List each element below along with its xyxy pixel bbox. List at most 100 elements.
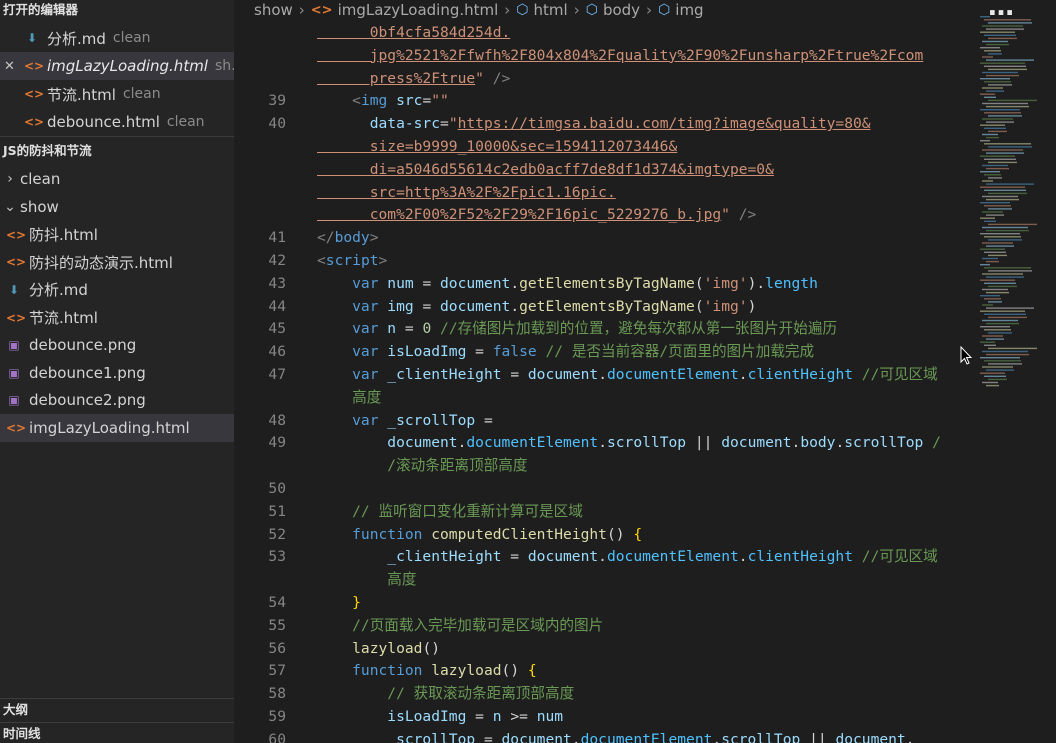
minimap-line	[986, 260, 999, 263]
breadcrumb-folder[interactable]: show	[254, 1, 293, 19]
code-token: document	[317, 434, 458, 452]
code-token: num	[387, 274, 414, 292]
code-line[interactable]: /滚动条距离顶部高度	[317, 455, 527, 478]
code-token: img	[360, 92, 388, 110]
code-token: var	[317, 343, 388, 361]
breadcrumb-symbol[interactable]: html	[534, 1, 568, 19]
code-line[interactable]: size=b9999_10000&sec=1594112073446&	[317, 136, 678, 159]
code-token: .	[571, 730, 581, 743]
breadcrumb-file[interactable]: imgLazyLoading.html	[338, 1, 499, 19]
minimap-line	[988, 53, 1002, 55]
project-header[interactable]: JS的防抖和节流	[0, 137, 234, 165]
file-item[interactable]: ▣ debounce2.png	[0, 387, 234, 415]
code-token: 0	[422, 320, 432, 338]
line-number: 41	[268, 229, 286, 247]
code-line[interactable]: var img = document.getElementsByTagName(…	[317, 296, 756, 319]
timeline-section-header[interactable]: 时间线	[0, 722, 234, 743]
code-line[interactable]: jpg%2521%2Ffwfh%2F804x804%2Fquality%2F90…	[317, 45, 924, 68]
code-token: getElementsByTagName	[519, 274, 695, 292]
code-line[interactable]: var n = 0 //存储图片加载到的位置，避免每次都从第一张图片开始遍历	[317, 318, 837, 341]
code-line[interactable]: isLoadImg = n >= num	[317, 706, 563, 729]
file-item[interactable]: <> 节流.html	[0, 304, 234, 332]
code-line[interactable]: <img src=""	[317, 90, 449, 113]
open-editor-item[interactable]: <> 节流.html clean	[0, 80, 234, 108]
line-number: 50	[268, 480, 286, 497]
code-line[interactable]: }	[317, 592, 361, 615]
minimap-line	[984, 220, 996, 222]
code-token: ()	[422, 639, 441, 657]
code-line[interactable]: _scrollTop = document.documentElement.sc…	[317, 729, 915, 743]
code-token: >	[378, 252, 388, 269]
code-token: .	[905, 730, 915, 743]
open-editor-item[interactable]: <> debounce.html clean	[0, 108, 234, 136]
close-icon[interactable]: ✕	[4, 59, 15, 74]
code-token: var	[317, 411, 388, 429]
folder-item-show[interactable]: ⌄ show	[0, 193, 234, 221]
open-editor-item[interactable]: ⬇ 分析.md clean	[0, 24, 234, 52]
code-line[interactable]: 0bf4cfa584d254d.	[317, 22, 511, 45]
code-line[interactable]: data-src="https://timgsa.baidu.com/timg?…	[317, 113, 871, 136]
code-token: img	[387, 297, 414, 315]
minimap-line	[984, 329, 1011, 331]
code-token: isLoadImg	[387, 343, 467, 361]
code-line[interactable]: // 监听窗口变化重新计算可是区域	[317, 501, 583, 524]
code-line[interactable]: 高度	[317, 569, 416, 592]
file-item[interactable]: <> imgLazyLoading.html	[0, 414, 234, 442]
code-token: =	[466, 343, 493, 361]
minimap-line	[980, 16, 990, 18]
image-icon: ▣	[8, 365, 20, 380]
breadcrumb-symbol[interactable]: body	[603, 1, 640, 19]
open-editor-item[interactable]: ✕ <>imgLazyLoading.html sh...	[0, 52, 234, 80]
code-line[interactable]: document.documentElement.scrollTop || do…	[317, 432, 941, 455]
minimap-line	[982, 319, 1018, 322]
minimap[interactable]	[978, 12, 1040, 392]
file-item[interactable]: <> 防抖的动态演示.html	[0, 249, 234, 277]
file-item[interactable]: ⬇ 分析.md	[0, 276, 234, 304]
minimap-line	[984, 282, 1016, 284]
line-number: 55	[268, 616, 286, 634]
minimap-line	[986, 384, 999, 387]
code-token: ).	[747, 274, 766, 292]
open-editors-header[interactable]: 打开的编辑器	[0, 0, 234, 24]
minimap-line	[988, 239, 1022, 241]
minimap-line	[980, 248, 1005, 250]
code-line[interactable]: <script>	[317, 250, 387, 273]
folder-name: clean	[20, 170, 61, 188]
code-line[interactable]: // 获取滚动条距离顶部高度	[317, 683, 574, 706]
code-line[interactable]: _clientHeight = document.documentElement…	[317, 546, 937, 569]
code-line[interactable]: </body>	[317, 227, 379, 250]
code-line[interactable]: var _clientHeight = document.documentEle…	[317, 364, 938, 387]
file-name: debounce.png	[29, 336, 137, 355]
code-line[interactable]: function computedClientHeight() {	[317, 524, 642, 547]
code-line[interactable]: src=http%3A%2F%2Fpic1.16pic.	[317, 182, 616, 205]
code-token: _clientHeight	[387, 366, 502, 383]
line-number: 53	[268, 548, 286, 566]
code-line[interactable]: di=a5046d55614c2edb0acff7de8df1d374&imgt…	[317, 159, 774, 182]
minimap-line	[980, 279, 1015, 281]
minimap-line	[988, 115, 1022, 117]
breadcrumb-symbol[interactable]: img	[675, 1, 703, 19]
file-item[interactable]: <> 防抖.html	[0, 221, 234, 249]
chevron-down-icon: ⌄	[4, 199, 16, 215]
minimap-line	[984, 158, 1016, 160]
file-item[interactable]: ▣ debounce1.png	[0, 359, 234, 387]
outline-section-header[interactable]: 大纲	[0, 698, 234, 720]
file-item[interactable]: ▣ debounce.png	[0, 331, 234, 359]
code-token: // 监听窗口变化重新计算可是区域	[317, 502, 583, 520]
code-line[interactable]: com%2F00%2F52%2F29%2F16pic_5229276_b.jpg…	[317, 204, 757, 227]
minimap-line	[980, 155, 1015, 157]
code-line[interactable]: var isLoadImg = false // 是否当前容器/页面里的图片加载…	[317, 341, 814, 364]
folder-item-clean[interactable]: › clean	[0, 165, 234, 193]
code-line[interactable]: //页面载入完毕加载可是区域内的图片	[317, 615, 603, 638]
code-line[interactable]: function lazyload() {	[317, 660, 537, 683]
code-line[interactable]: lazyload()	[317, 638, 440, 661]
code-line[interactable]: 高度	[317, 387, 381, 410]
code-line[interactable]: var num = document.getElementsByTagName(…	[317, 273, 818, 296]
minimap-line	[986, 322, 1019, 325]
minimap-line	[988, 84, 1012, 86]
line-number: 59	[268, 708, 286, 725]
minimap-line	[980, 186, 1025, 188]
code-editor[interactable]: show › <> imgLazyLoading.html › ⬡ html › ⬡ bo…	[234, 0, 1056, 743]
code-line[interactable]: var _scrollTop =	[317, 410, 493, 433]
code-line[interactable]: press%2Ftrue" />	[317, 68, 511, 91]
